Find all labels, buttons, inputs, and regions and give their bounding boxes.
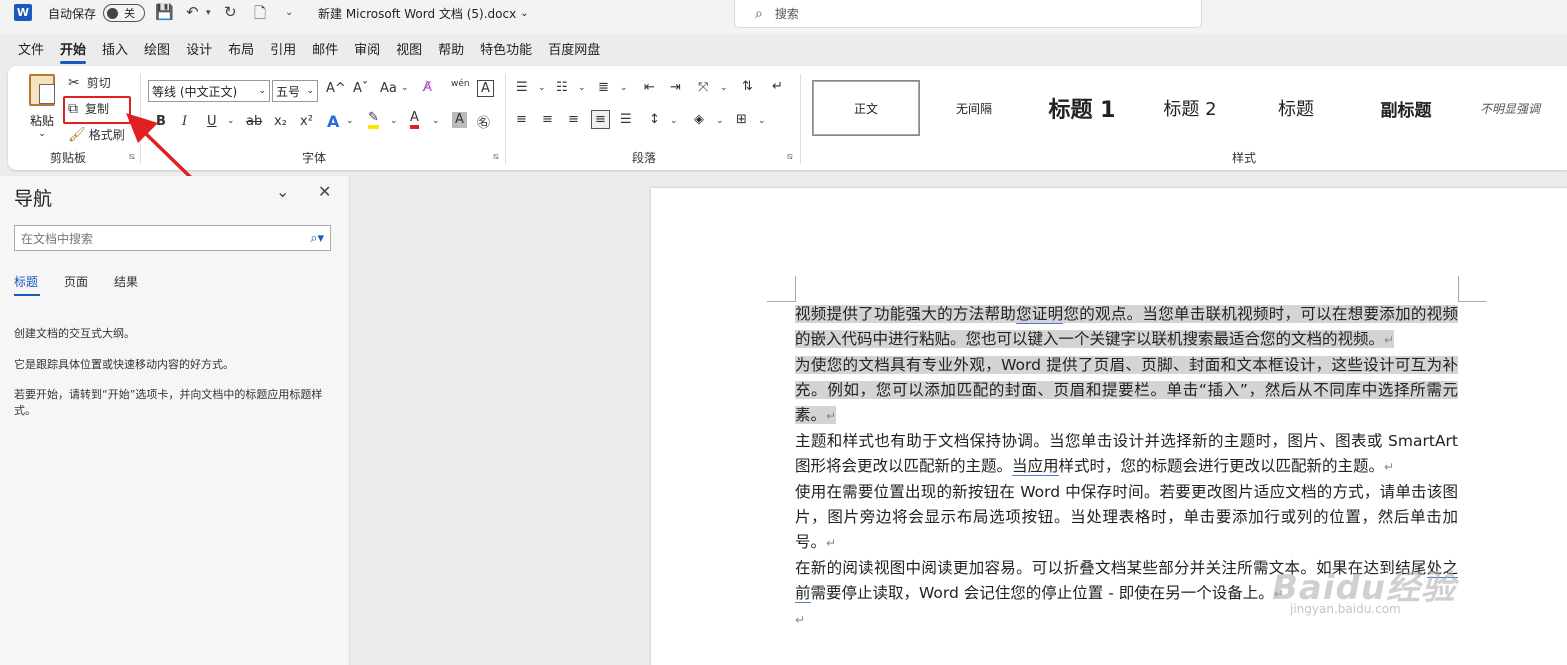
nav-tab-pages[interactable]: 页面: [64, 273, 88, 290]
paragraph-mark-icon: ↵: [826, 409, 837, 423]
crop-mark: [795, 276, 796, 302]
paragraph-mark-icon: ↵: [1384, 460, 1395, 474]
paragraph-2[interactable]: 为使您的文档具有专业外观，Word 提供了页眉、页脚、封面和文本框设计，这些设计…: [795, 353, 1458, 429]
nav-tab-results[interactable]: 结果: [114, 273, 138, 290]
crop-mark: [1458, 276, 1459, 302]
navigation-pane: 导航 ⌄ ✕ 在文档中搜索 ⌕▾ 标题 页面 结果 创建文档的交互式大纲。 它是…: [0, 176, 350, 665]
paragraph-1[interactable]: 视频提供了功能强大的方法帮助您证明您的观点。当您单击联机视频时，可以在想要添加的…: [795, 302, 1458, 353]
paragraph-mark-icon: ↵: [1384, 333, 1395, 347]
paragraph-mark-icon: ↵: [826, 536, 837, 550]
close-icon[interactable]: ✕: [318, 182, 331, 201]
baidu-watermark-url: jingyan.baidu.com: [1290, 602, 1401, 616]
nav-title: 导航: [14, 188, 53, 210]
text-run: 使用在需要位置出现的新按钮在 Word 中保存时间。若要更改图片适应文档的方式，…: [795, 483, 1458, 551]
text-run-underlined: 当应用: [1012, 457, 1059, 476]
nav-tab-headings[interactable]: 标题: [14, 273, 38, 290]
paragraph-4[interactable]: 使用在需要位置出现的新按钮在 Word 中保存时间。若要更改图片适应文档的方式，…: [795, 480, 1458, 556]
text-run: 为使您的文档具有专业外观，Word 提供了页眉、页脚、封面和文本框设计，这些设计…: [795, 356, 1458, 424]
text-run: 需要停止读取，Word 会记住您的停止位置 - 即使在另一个设备上。: [810, 584, 1274, 602]
nav-help-text-1: 创建文档的交互式大纲。: [14, 327, 135, 340]
text-run-underlined: 您证明: [1016, 305, 1064, 324]
paragraph-3[interactable]: 主题和样式也有助于文档保持协调。当您单击设计并选择新的主题时，图片、图表或 Sm…: [795, 429, 1458, 480]
selected-text: 为使您的文档具有专业外观，Word 提供了页眉、页脚、封面和文本框设计，这些设计…: [795, 356, 1458, 424]
nav-search-placeholder: 在文档中搜索: [21, 231, 94, 246]
crop-mark: [767, 301, 795, 302]
text-run: 样式时，您的标题会进行更改以匹配新的主题。: [1058, 457, 1385, 475]
chevron-down-icon[interactable]: ⌄: [276, 182, 289, 201]
nav-help-text-3: 若要开始，请转到“开始”选项卡，并向文档中的标题应用标题样式。: [14, 388, 323, 417]
nav-search-input[interactable]: 在文档中搜索 ⌕▾: [14, 225, 331, 251]
nav-tab-indicator: [14, 294, 40, 296]
nav-help-text-2: 它是跟踪具体位置或快速移动内容的好方式。: [14, 358, 234, 371]
paragraph-mark-icon: ↵: [795, 613, 806, 627]
crop-mark: [1458, 301, 1486, 302]
text-run: 视频提供了功能强大的方法帮助: [795, 305, 1017, 323]
selected-text: 视频提供了功能强大的方法帮助您证明您的观点。当您单击联机视频时，可以在想要添加的…: [795, 305, 1458, 348]
search-icon[interactable]: ⌕▾: [310, 231, 324, 246]
